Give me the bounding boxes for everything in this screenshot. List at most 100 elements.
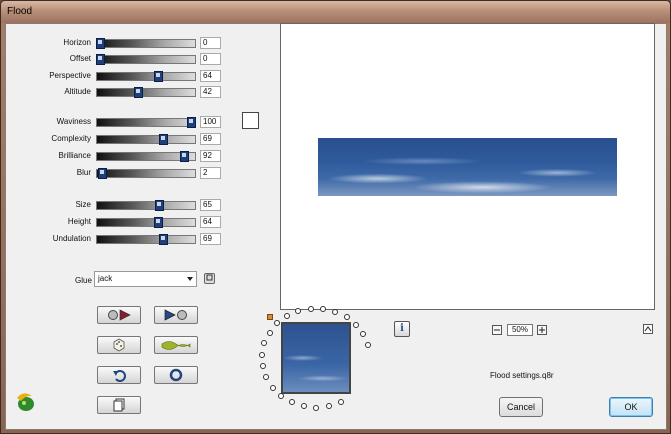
navigator-dot[interactable]	[308, 306, 314, 312]
randomize-button[interactable]	[97, 336, 141, 354]
perspective-slider-track[interactable]	[96, 72, 196, 81]
wave-preset-button[interactable]	[154, 336, 198, 354]
navigator-dot[interactable]	[270, 385, 276, 391]
size-value-field[interactable]: 65	[200, 199, 221, 211]
navigator-dot[interactable]	[259, 352, 265, 358]
perspective-value-field[interactable]: 64	[200, 70, 221, 82]
altitude-slider[interactable]	[96, 87, 196, 98]
blur-slider[interactable]	[96, 168, 196, 179]
glue-options-button[interactable]	[204, 273, 215, 284]
brilliance-value-field[interactable]: 92	[200, 150, 221, 162]
height-value-field[interactable]: 64	[200, 216, 221, 228]
altitude-value-field[interactable]: 42	[200, 86, 221, 98]
glue-select[interactable]: jack	[94, 271, 197, 287]
undulation-slider-track[interactable]	[96, 235, 196, 244]
app-logo-icon	[17, 393, 34, 411]
title-bar[interactable]: Flood	[1, 1, 670, 23]
complexity-slider-thumb[interactable]	[159, 134, 168, 145]
size-slider-track[interactable]	[96, 201, 196, 210]
undulation-slider[interactable]	[96, 234, 196, 245]
chevron-up-icon	[644, 326, 652, 332]
copy-icon	[113, 398, 125, 412]
height-slider-thumb[interactable]	[154, 217, 163, 228]
perspective-slider[interactable]	[96, 71, 196, 82]
info-button[interactable]: i	[394, 321, 410, 337]
height-slider[interactable]	[96, 217, 196, 228]
offset-slider-thumb[interactable]	[96, 54, 105, 65]
navigator-dot[interactable]	[320, 306, 326, 312]
undulation-label: Undulation	[52, 234, 91, 243]
waviness-label: Waviness	[56, 117, 91, 126]
load-settings-button[interactable]	[97, 306, 141, 324]
altitude-slider-track[interactable]	[96, 88, 196, 97]
waviness-slider[interactable]	[96, 117, 196, 128]
complexity-slider-track[interactable]	[96, 135, 196, 144]
navigator-dot[interactable]	[360, 331, 366, 337]
blur-value-field[interactable]: 2	[200, 167, 221, 179]
horizon-slider-thumb[interactable]	[96, 38, 105, 49]
navigator-dot[interactable]	[295, 308, 301, 314]
altitude-slider-thumb[interactable]	[134, 87, 143, 98]
altitude-label: Altitude	[64, 87, 91, 96]
chevron-down-icon	[187, 277, 193, 281]
random-dice-icon	[113, 338, 125, 352]
offset-label: Offset	[69, 54, 91, 63]
reset-button[interactable]	[154, 366, 198, 384]
zoom-in-button[interactable]	[537, 325, 547, 335]
offset-slider-track[interactable]	[96, 55, 196, 64]
undo-button[interactable]	[97, 366, 141, 384]
zoom-out-button[interactable]	[492, 325, 502, 335]
size-label: Size	[75, 200, 91, 209]
brilliance-slider-thumb[interactable]	[180, 151, 189, 162]
offset-value-field[interactable]: 0	[200, 53, 221, 65]
save-settings-button[interactable]	[154, 306, 198, 324]
horizon-label: Horizon	[63, 38, 91, 47]
complexity-value-field[interactable]: 69	[200, 133, 221, 145]
blur-slider-track[interactable]	[96, 169, 196, 178]
color-swatch[interactable]	[242, 112, 259, 129]
waviness-value-field[interactable]: 100	[200, 116, 221, 128]
navigator-dot[interactable]	[260, 363, 266, 369]
navigator-dot[interactable]	[332, 309, 338, 315]
navigator-dot[interactable]	[301, 403, 307, 409]
waviness-slider-thumb[interactable]	[187, 117, 196, 128]
navigator-dot[interactable]	[263, 374, 269, 380]
navigator-dot[interactable]	[365, 342, 371, 348]
navigator-dot[interactable]	[313, 405, 319, 411]
navigator-dot[interactable]	[326, 403, 332, 409]
size-slider-thumb[interactable]	[155, 200, 164, 211]
preview-canvas[interactable]	[280, 23, 655, 310]
perspective-slider-thumb[interactable]	[154, 71, 163, 82]
brilliance-slider[interactable]	[96, 151, 196, 162]
horizon-slider-track[interactable]	[96, 39, 196, 48]
navigator-anchor-handle[interactable]	[267, 314, 273, 320]
navigator-dot[interactable]	[274, 320, 280, 326]
navigator-dot[interactable]	[289, 399, 295, 405]
navigator-dot[interactable]	[344, 314, 350, 320]
navigator-thumbnail[interactable]	[281, 322, 351, 394]
waviness-slider-track[interactable]	[96, 118, 196, 127]
navigator-dot[interactable]	[338, 399, 344, 405]
horizon-slider[interactable]	[96, 38, 196, 49]
navigator-dot[interactable]	[267, 330, 273, 336]
navigator-dot[interactable]	[261, 340, 267, 346]
size-slider[interactable]	[96, 200, 196, 211]
collapse-button[interactable]	[643, 324, 653, 334]
blur-label: Blur	[76, 168, 91, 177]
copy-button[interactable]	[97, 396, 141, 414]
undulation-slider-thumb[interactable]	[159, 234, 168, 245]
navigator-dot[interactable]	[278, 393, 284, 399]
blur-slider-thumb[interactable]	[98, 168, 107, 179]
undulation-value-field[interactable]: 69	[200, 233, 221, 245]
ok-button[interactable]: OK	[609, 397, 653, 417]
offset-slider[interactable]	[96, 54, 196, 65]
brilliance-label: Brilliance	[58, 151, 91, 160]
complexity-slider[interactable]	[96, 134, 196, 145]
navigator-dot[interactable]	[284, 313, 290, 319]
glue-label: Glue	[75, 276, 92, 285]
height-slider-track[interactable]	[96, 218, 196, 227]
horizon-value-field[interactable]: 0	[200, 37, 221, 49]
glue-select-value: jack	[98, 274, 113, 283]
navigator-dot[interactable]	[353, 322, 359, 328]
cancel-button[interactable]: Cancel	[499, 397, 543, 417]
